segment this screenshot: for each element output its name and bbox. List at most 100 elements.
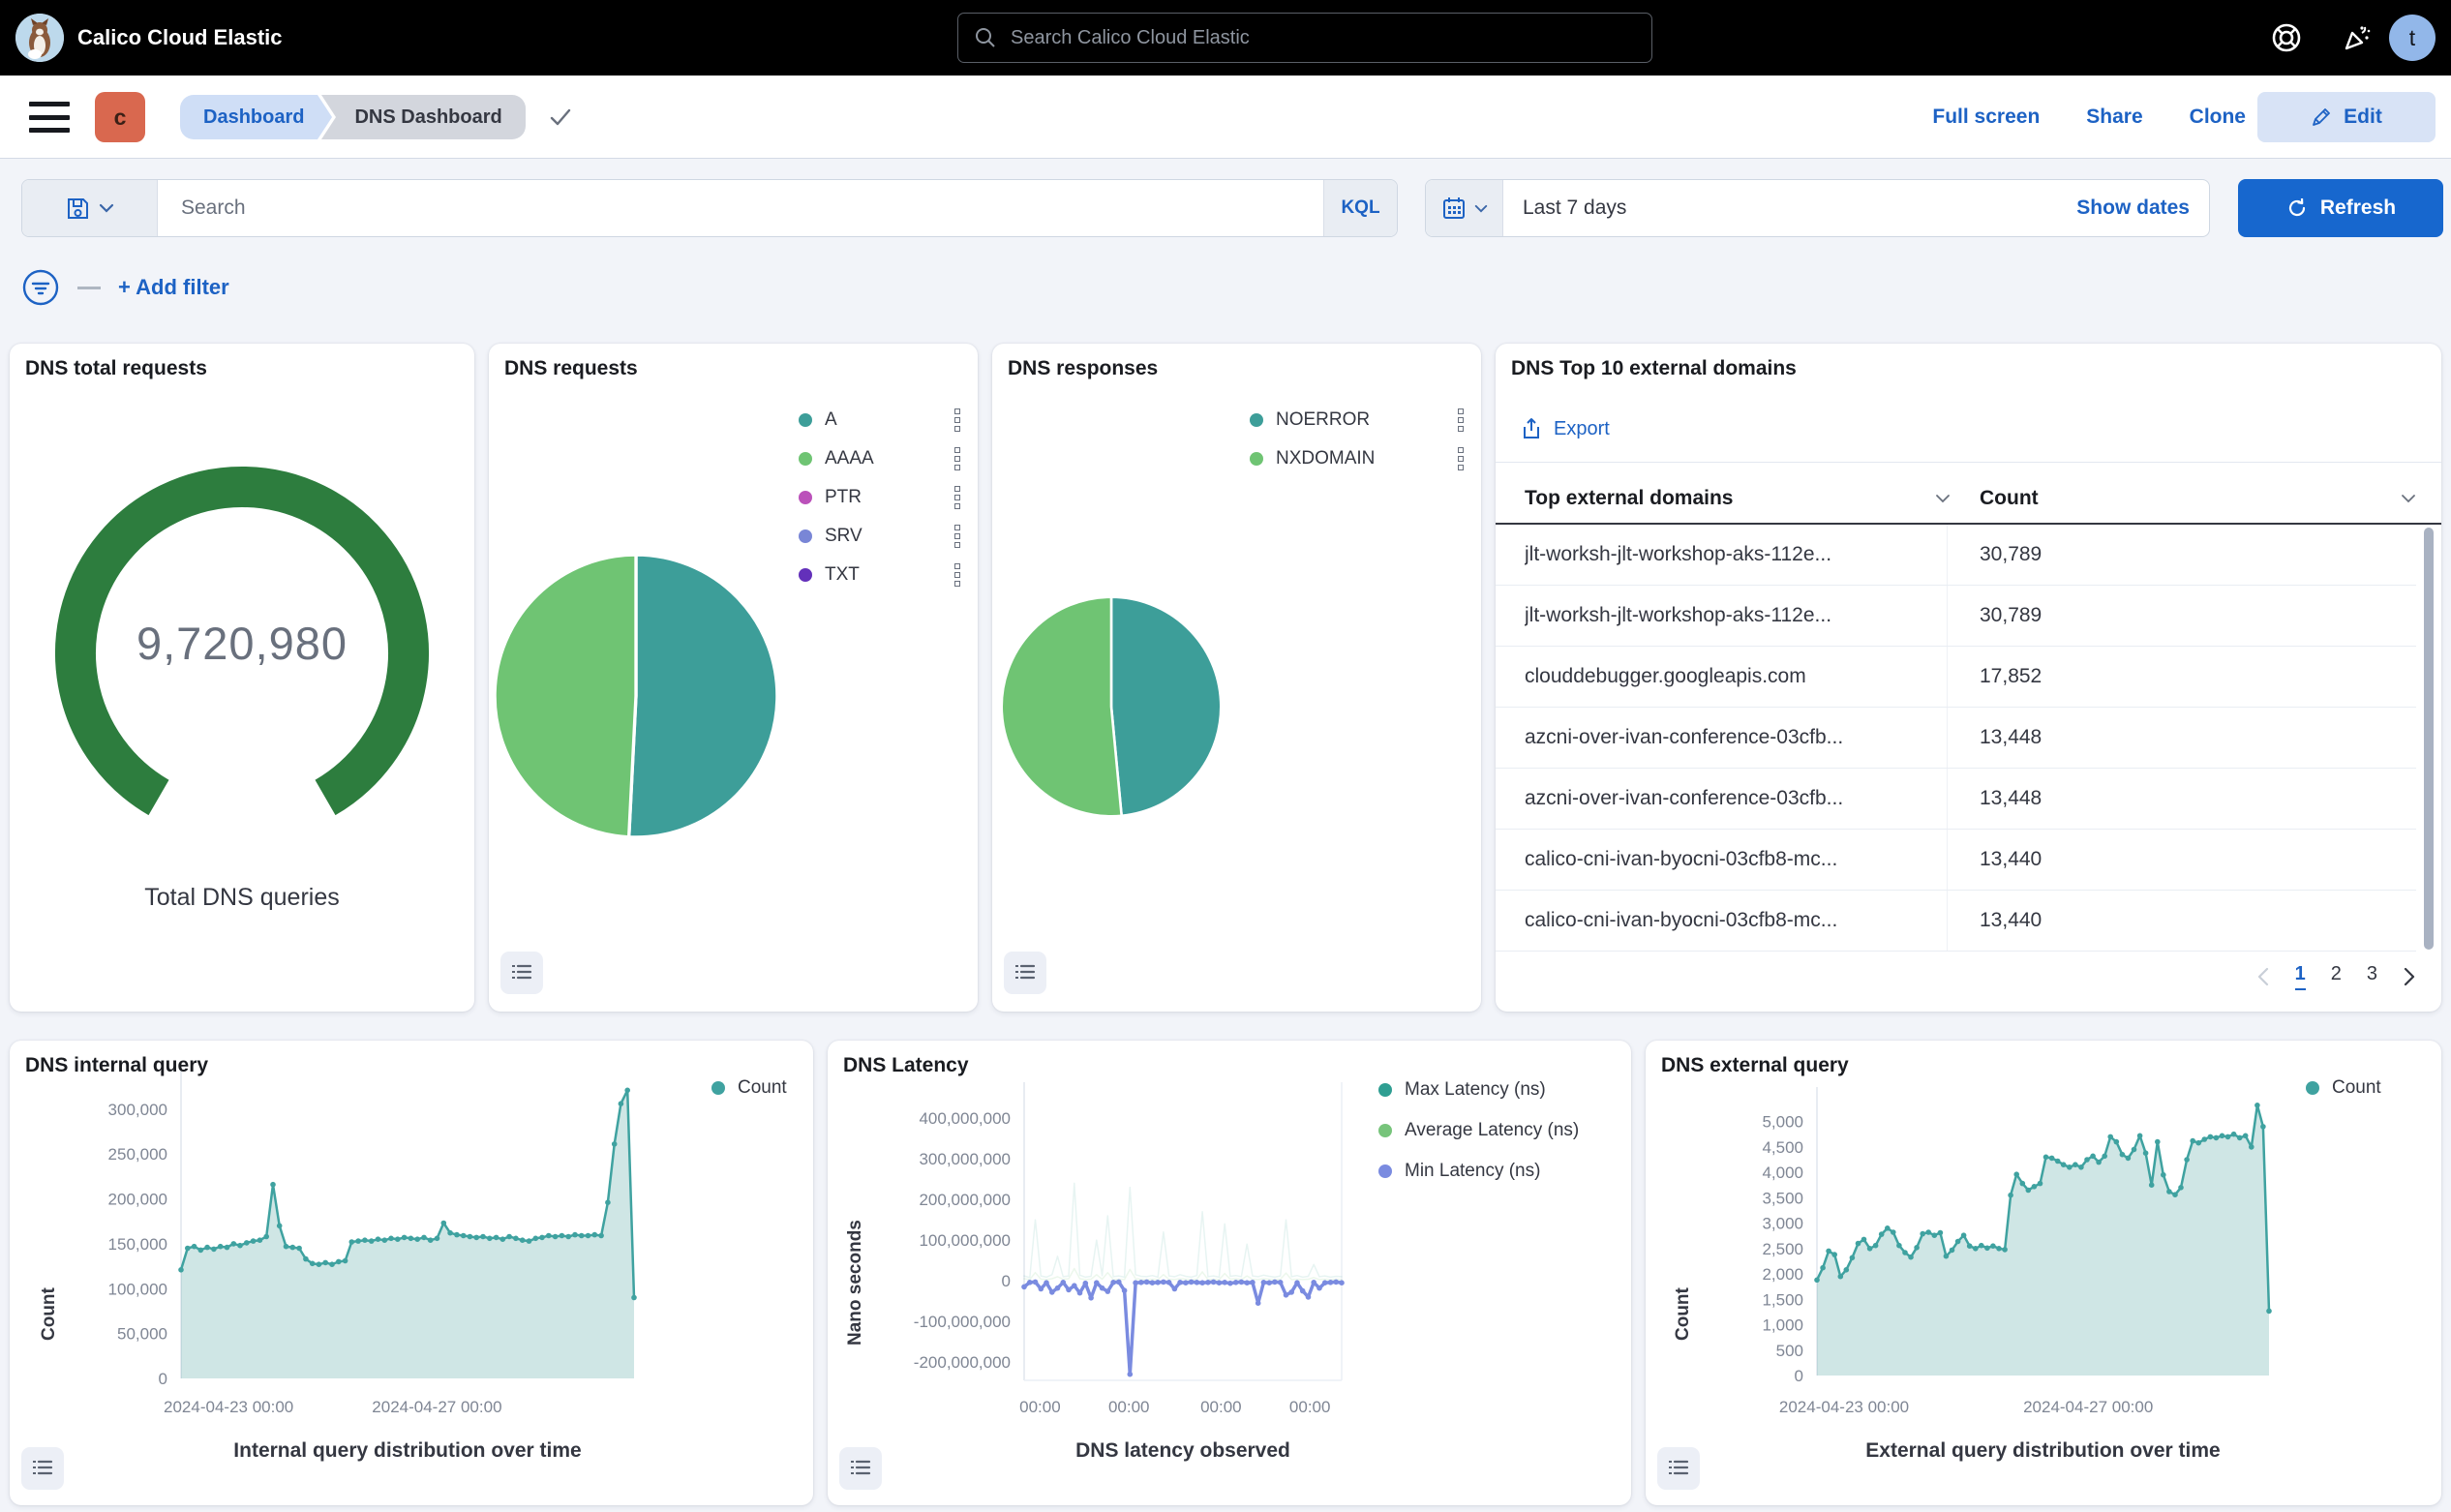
panel-title: DNS Latency xyxy=(843,1054,969,1077)
time-range-value[interactable]: Last 7 days xyxy=(1503,180,2076,236)
filter-divider xyxy=(77,287,101,289)
page-number[interactable]: 3 xyxy=(2367,963,2377,990)
domain-cell: azcni-over-ivan-conference-03cfb... xyxy=(1525,726,1951,749)
legend-item[interactable]: NXDOMAIN xyxy=(1250,446,1464,471)
table-row[interactable]: jlt-worksh-jlt-workshop-aks-112e... 30,7… xyxy=(1496,586,2416,647)
refresh-button[interactable]: Refresh xyxy=(2238,179,2443,237)
svg-text:100,000: 100,000 xyxy=(108,1280,167,1298)
svg-text:300,000: 300,000 xyxy=(108,1101,167,1119)
help-icon[interactable] xyxy=(2270,21,2303,54)
panel-title: DNS Top 10 external domains xyxy=(1511,357,1797,380)
show-dates-button[interactable]: Show dates xyxy=(2076,180,2209,236)
legend-item[interactable]: Count xyxy=(711,1075,787,1101)
external-query-legend: Count xyxy=(2306,1075,2381,1101)
legend-item[interactable]: Average Latency (ns) xyxy=(1378,1118,1579,1143)
legend-toggle-button[interactable] xyxy=(1004,952,1046,994)
legend-dot-icon xyxy=(799,491,812,504)
next-page-icon[interactable] xyxy=(2403,967,2416,986)
column-header-domains[interactable]: Top external domains xyxy=(1525,487,1951,510)
full-screen-button[interactable]: Full screen xyxy=(1932,106,2040,129)
sort-chevron-icon xyxy=(2401,494,2416,503)
legend-toggle-button[interactable] xyxy=(839,1447,882,1490)
table-row[interactable]: jlt-worksh-jlt-workshop-aks-112e... 30,7… xyxy=(1496,525,2416,586)
legend-actions-icon[interactable] xyxy=(954,525,960,548)
svg-text:3,500: 3,500 xyxy=(1762,1189,1803,1207)
page-number[interactable]: 2 xyxy=(2331,963,2342,990)
panel-dns-total-requests: DNS total requests 9,720,980 Total DNS q… xyxy=(10,344,474,1012)
svg-text:4,500: 4,500 xyxy=(1762,1138,1803,1157)
svg-text:2024-04-27 00:00: 2024-04-27 00:00 xyxy=(372,1398,501,1416)
global-search[interactable] xyxy=(957,13,1652,63)
table-row[interactable]: calico-cni-ivan-byocni-03cfb8-mc... 13,4… xyxy=(1496,891,2416,952)
calendar-icon xyxy=(1441,196,1467,221)
table-row[interactable]: azcni-over-ivan-conference-03cfb... 13,4… xyxy=(1496,769,2416,830)
legend-dot-icon xyxy=(799,452,812,466)
legend-toggle-button[interactable] xyxy=(500,952,543,994)
news-icon[interactable] xyxy=(2341,21,2374,54)
legend-actions-icon[interactable] xyxy=(954,486,960,509)
legend-actions-icon[interactable] xyxy=(954,563,960,587)
legend-actions-icon[interactable] xyxy=(1458,408,1464,432)
panel-top-external-domains: DNS Top 10 external domains Export Top e… xyxy=(1496,344,2441,1012)
add-filter-button[interactable]: + Add filter xyxy=(118,275,229,300)
dns-responses-legend: NOERROR NXDOMAIN xyxy=(1250,408,1464,471)
legend-dot-icon xyxy=(2306,1081,2319,1095)
share-button[interactable]: Share xyxy=(2086,106,2142,129)
legend-item[interactable]: NOERROR xyxy=(1250,408,1464,433)
count-cell: 13,448 xyxy=(1980,726,2042,749)
column-header-count[interactable]: Count xyxy=(1980,487,2416,510)
breadcrumb-dns-dashboard[interactable]: DNS Dashboard xyxy=(321,95,525,139)
table-scrollbar[interactable] xyxy=(2424,528,2434,950)
legend-dot-icon xyxy=(799,568,812,582)
menu-button[interactable] xyxy=(29,102,70,133)
kql-language-button[interactable]: KQL xyxy=(1323,180,1397,236)
legend-dot-icon xyxy=(711,1081,725,1095)
legend-item[interactable]: A xyxy=(799,408,960,433)
export-button[interactable]: Export xyxy=(1521,417,1610,440)
legend-item[interactable]: Count xyxy=(2306,1075,2381,1101)
app-title: Calico Cloud Elastic xyxy=(77,0,283,76)
table-row[interactable]: clouddebugger.googleapis.com 17,852 xyxy=(1496,647,2416,708)
dns-dashboard-app: Calico Cloud Elastic t xyxy=(0,0,2451,1512)
legend-actions-icon[interactable] xyxy=(1458,447,1464,470)
dns-requests-pie-chart xyxy=(489,549,783,843)
global-search-input[interactable] xyxy=(1009,26,1636,50)
legend-item[interactable]: Min Latency (ns) xyxy=(1378,1159,1579,1184)
legend-dot-icon xyxy=(1378,1083,1392,1097)
svg-text:0: 0 xyxy=(1002,1272,1011,1290)
panel-title: DNS external query xyxy=(1661,1054,1849,1077)
saved-query-menu[interactable] xyxy=(22,180,158,236)
panel-dns-requests: DNS requests A AAAA PTR xyxy=(489,344,978,1012)
edit-button[interactable]: Edit xyxy=(2257,92,2436,142)
time-picker: Last 7 days Show dates xyxy=(1425,179,2210,237)
svg-text:-100,000,000: -100,000,000 xyxy=(914,1313,1011,1331)
legend-item[interactable]: PTR xyxy=(799,485,960,510)
prev-page-icon[interactable] xyxy=(2256,967,2270,986)
page-number[interactable]: 1 xyxy=(2295,963,2306,990)
divider xyxy=(1496,462,2441,463)
time-picker-menu[interactable] xyxy=(1426,180,1503,236)
legend-actions-icon[interactable] xyxy=(954,447,960,470)
legend-item[interactable]: SRV xyxy=(799,524,960,549)
x-axis-title: Internal query distribution over time xyxy=(181,1439,634,1463)
legend-actions-icon[interactable] xyxy=(954,408,960,432)
count-cell: 30,789 xyxy=(1980,604,2042,627)
legend-item[interactable]: AAAA xyxy=(799,446,960,471)
count-cell: 30,789 xyxy=(1980,543,2042,566)
svg-text:2024-04-23 00:00: 2024-04-23 00:00 xyxy=(164,1398,293,1416)
legend-toggle-button[interactable] xyxy=(21,1447,64,1490)
calico-logo-icon[interactable] xyxy=(15,14,64,62)
filter-icon[interactable] xyxy=(21,268,60,307)
breadcrumb-dashboard[interactable]: Dashboard xyxy=(180,95,318,139)
check-icon xyxy=(547,104,574,131)
table-row[interactable]: calico-cni-ivan-byocni-03cfb8-mc... 13,4… xyxy=(1496,830,2416,891)
kql-search-input[interactable] xyxy=(158,180,1323,236)
clone-button[interactable]: Clone xyxy=(2190,106,2246,129)
legend-item[interactable]: Max Latency (ns) xyxy=(1378,1077,1579,1103)
space-badge[interactable]: c xyxy=(95,92,145,142)
user-avatar[interactable]: t xyxy=(2389,15,2436,61)
legend-toggle-button[interactable] xyxy=(1657,1447,1700,1490)
svg-text:300,000,000: 300,000,000 xyxy=(919,1150,1011,1168)
table-row[interactable]: azcni-over-ivan-conference-03cfb... 13,4… xyxy=(1496,708,2416,769)
legend-item[interactable]: TXT xyxy=(799,562,960,588)
